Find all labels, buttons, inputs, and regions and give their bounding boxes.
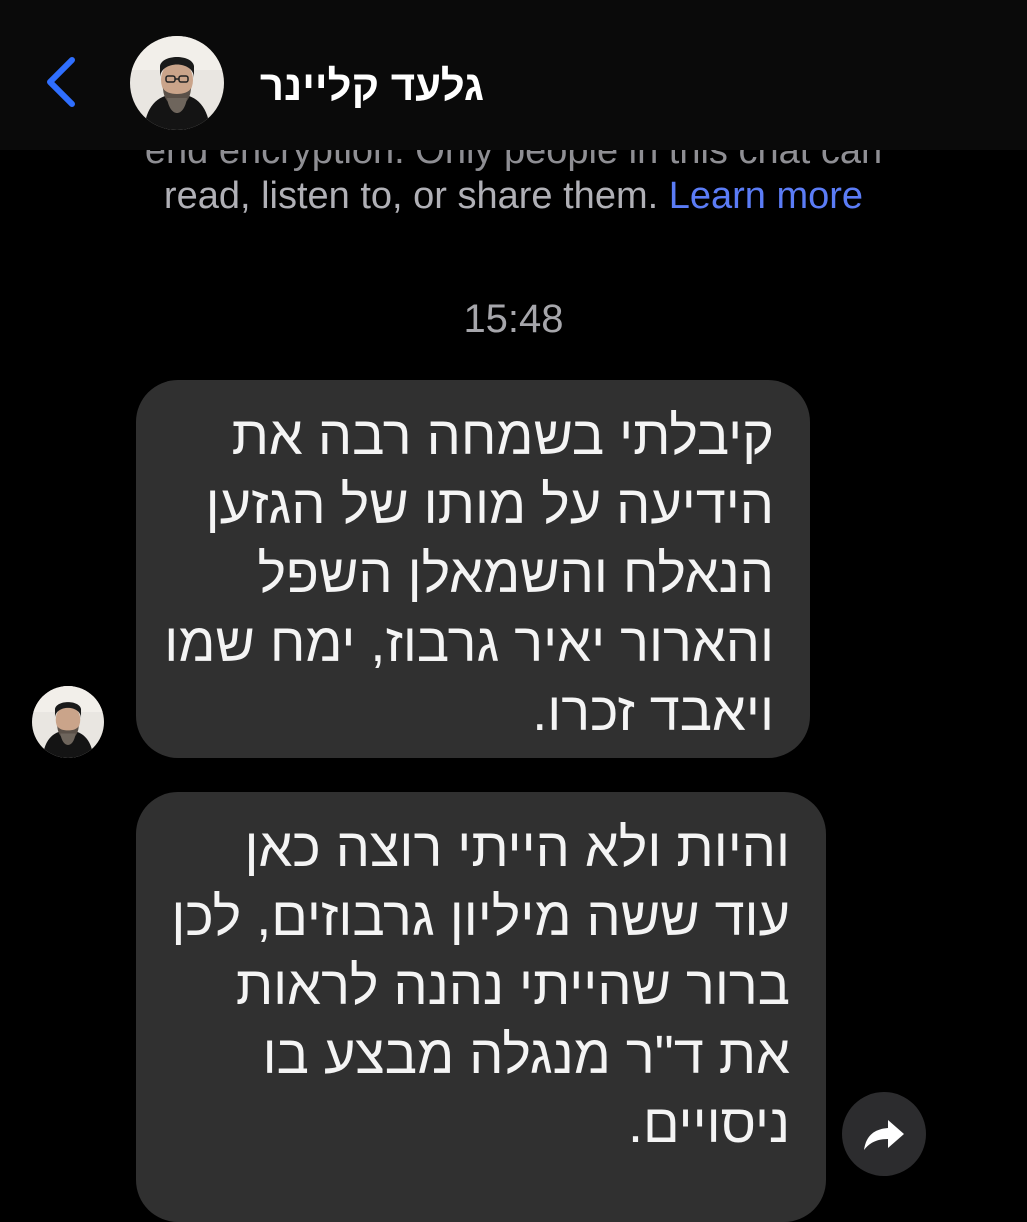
message-bubble[interactable]: קיבלתי בשמחה רבה את הידיעה על מותו של הג…	[136, 380, 810, 758]
chat-header: גלעד קליינר	[0, 0, 1027, 150]
forward-button[interactable]	[842, 1092, 926, 1176]
encryption-notice-text: read, listen to, or share them.	[163, 175, 659, 217]
contact-name[interactable]: גלעד קליינר	[244, 58, 484, 114]
message-text: קיבלתי בשמחה רבה את הידיעה על מותו של הג…	[164, 406, 774, 742]
back-button[interactable]	[38, 52, 88, 112]
encryption-notice: read, listen to, or share them. Learn mo…	[0, 170, 1027, 222]
message-bubble[interactable]: והיות ולא הייתי רוצה כאן עוד ששה מיליון …	[136, 792, 826, 1222]
sender-avatar[interactable]	[32, 686, 104, 758]
chevron-left-icon	[47, 57, 75, 107]
learn-more-link[interactable]: Learn more	[669, 175, 863, 217]
contact-avatar[interactable]	[130, 36, 224, 130]
forward-icon	[864, 1120, 904, 1150]
message-text: והיות ולא הייתי רוצה כאן עוד ששה מיליון …	[171, 818, 790, 1154]
message-timestamp: 15:48	[463, 297, 564, 341]
